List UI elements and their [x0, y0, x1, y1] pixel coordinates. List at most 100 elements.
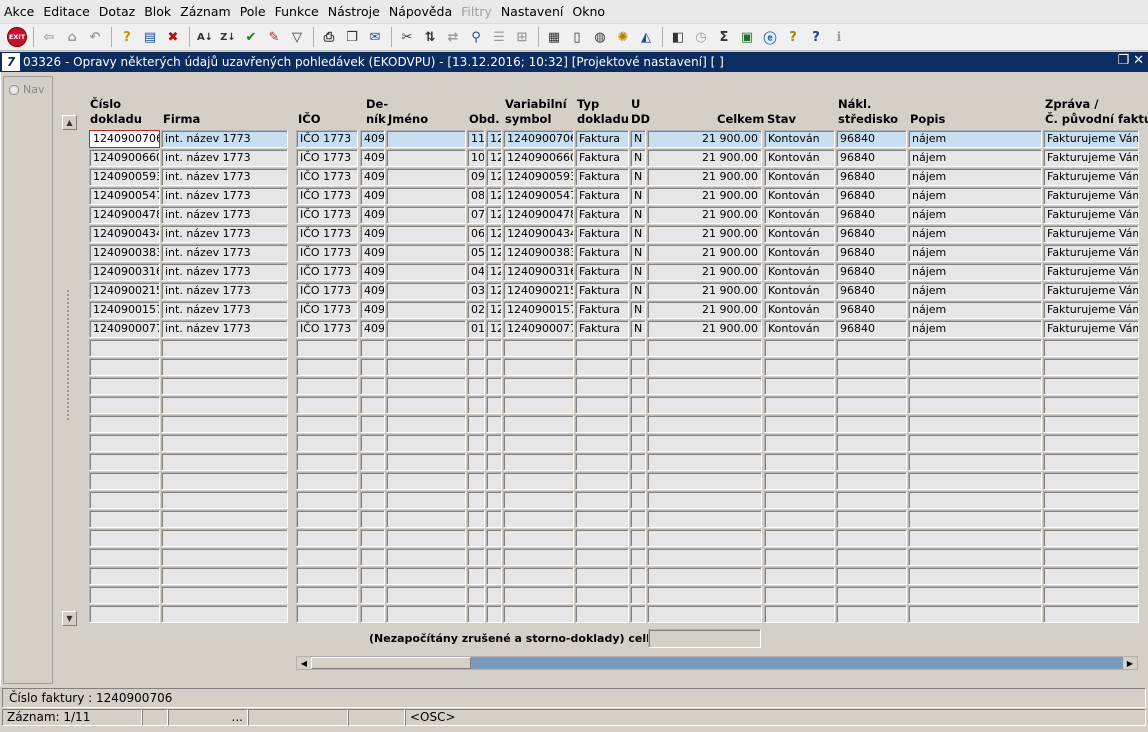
- cell-ico[interactable]: [296, 396, 358, 414]
- cell-firma[interactable]: [161, 453, 288, 471]
- cell-udd[interactable]: [630, 434, 646, 452]
- cell-denik[interactable]: [360, 453, 385, 471]
- cell-d[interactable]: 12: [486, 187, 502, 205]
- scroll-right-icon[interactable]: ▶: [1123, 657, 1137, 669]
- cell-ob[interactable]: [467, 472, 485, 490]
- cell-nakl-stredisko[interactable]: [836, 339, 907, 357]
- cell-ob[interactable]: 11: [467, 130, 485, 148]
- cell-zprava[interactable]: [1043, 548, 1139, 566]
- cell-typ-dokladu[interactable]: Faktura: [575, 263, 629, 281]
- cell-denik[interactable]: 409: [360, 187, 385, 205]
- cell-jmeno[interactable]: [386, 320, 466, 338]
- cell-jmeno[interactable]: [386, 529, 466, 547]
- cell-jmeno[interactable]: [386, 453, 466, 471]
- cell-ico[interactable]: IČO 1773: [296, 301, 358, 319]
- cell-ico[interactable]: [296, 491, 358, 509]
- cell-popis[interactable]: nájem: [908, 206, 1042, 224]
- cell-zprava[interactable]: Fakturujeme Vám n: [1043, 187, 1139, 205]
- cell-stav[interactable]: Kontován: [764, 225, 835, 243]
- cell-popis[interactable]: [908, 491, 1042, 509]
- cell-stav[interactable]: [764, 377, 835, 395]
- cell-d[interactable]: 12: [486, 320, 502, 338]
- cell-zprava[interactable]: [1043, 491, 1139, 509]
- cell-zprava[interactable]: Fakturujeme Vám n: [1043, 149, 1139, 167]
- cell-denik[interactable]: [360, 377, 385, 395]
- cell-variabilni-symbol[interactable]: [503, 396, 574, 414]
- cell-typ-dokladu[interactable]: [575, 510, 629, 528]
- cell-popis[interactable]: [908, 567, 1042, 585]
- cell-cislo-dokladu[interactable]: [89, 586, 160, 604]
- cell-denik[interactable]: 409: [360, 263, 385, 281]
- cell-udd[interactable]: [630, 491, 646, 509]
- scroll-down-icon[interactable]: ▼: [62, 611, 77, 626]
- cell-nakl-stredisko[interactable]: [836, 453, 907, 471]
- cell-stav[interactable]: Kontován: [764, 206, 835, 224]
- cell-denik[interactable]: [360, 586, 385, 604]
- cell-ico[interactable]: [296, 510, 358, 528]
- menu-item-zaznam[interactable]: Záznam: [180, 4, 231, 19]
- cell-typ-dokladu[interactable]: Faktura: [575, 282, 629, 300]
- cell-denik[interactable]: 409: [360, 282, 385, 300]
- cell-firma[interactable]: [161, 434, 288, 452]
- cell-variabilni-symbol[interactable]: [503, 548, 574, 566]
- tree-icon[interactable]: ⊞: [511, 26, 533, 48]
- cell-typ-dokladu[interactable]: Faktura: [575, 320, 629, 338]
- cell-jmeno[interactable]: [386, 510, 466, 528]
- cell-ico[interactable]: IČO 1773: [296, 320, 358, 338]
- cell-popis[interactable]: [908, 510, 1042, 528]
- cell-d[interactable]: 12: [486, 225, 502, 243]
- cell-ob[interactable]: [467, 548, 485, 566]
- cell-ob[interactable]: 01: [467, 320, 485, 338]
- cell-udd[interactable]: [630, 529, 646, 547]
- cell-denik[interactable]: [360, 472, 385, 490]
- cell-popis[interactable]: [908, 586, 1042, 604]
- cell-cislo-dokladu[interactable]: [89, 529, 160, 547]
- cell-denik[interactable]: 409: [360, 244, 385, 262]
- cell-d[interactable]: 12: [486, 244, 502, 262]
- cell-jmeno[interactable]: [386, 149, 466, 167]
- cell-typ-dokladu[interactable]: [575, 358, 629, 376]
- cell-d[interactable]: [486, 396, 502, 414]
- cell-popis[interactable]: nájem: [908, 320, 1042, 338]
- cell-cislo-dokladu[interactable]: 1240900316: [89, 263, 160, 281]
- cell-jmeno[interactable]: [386, 548, 466, 566]
- cell-cislo-dokladu[interactable]: [89, 472, 160, 490]
- cell-ob[interactable]: 09: [467, 168, 485, 186]
- cell-popis[interactable]: nájem: [908, 168, 1042, 186]
- cell-cislo-dokladu[interactable]: 1240900215: [89, 282, 160, 300]
- cell-d[interactable]: [486, 472, 502, 490]
- cell-nakl-stredisko[interactable]: 96840: [836, 206, 907, 224]
- cell-variabilni-symbol[interactable]: 1240900706: [503, 130, 574, 148]
- cell-nakl-stredisko[interactable]: 96840: [836, 187, 907, 205]
- table-row[interactable]: 1240900547int. název 1773IČO 17734090812…: [0, 187, 1148, 206]
- table-row[interactable]: [0, 548, 1148, 567]
- cell-celkem[interactable]: [647, 605, 762, 623]
- cell-udd[interactable]: [630, 472, 646, 490]
- cell-ico[interactable]: IČO 1773: [296, 130, 358, 148]
- query-run-icon[interactable]: ▤: [139, 26, 161, 48]
- cell-zprava[interactable]: Fakturujeme Vám n: [1043, 282, 1139, 300]
- cell-typ-dokladu[interactable]: [575, 415, 629, 433]
- cell-denik[interactable]: [360, 491, 385, 509]
- cell-nakl-stredisko[interactable]: 96840: [836, 168, 907, 186]
- cell-nakl-stredisko[interactable]: 96840: [836, 149, 907, 167]
- cell-denik[interactable]: [360, 510, 385, 528]
- cell-ob[interactable]: [467, 358, 485, 376]
- cell-nakl-stredisko[interactable]: 96840: [836, 301, 907, 319]
- cell-d[interactable]: [486, 529, 502, 547]
- cell-cislo-dokladu[interactable]: [89, 491, 160, 509]
- cell-udd[interactable]: N: [630, 320, 646, 338]
- menu-item-pole[interactable]: Pole: [240, 4, 266, 19]
- cell-zprava[interactable]: [1043, 377, 1139, 395]
- cell-zprava[interactable]: Fakturujeme Vám n: [1043, 244, 1139, 262]
- cell-celkem[interactable]: [647, 567, 762, 585]
- cell-stav[interactable]: [764, 434, 835, 452]
- cell-variabilni-symbol[interactable]: 1240900157: [503, 301, 574, 319]
- cell-stav[interactable]: [764, 567, 835, 585]
- cell-d[interactable]: [486, 358, 502, 376]
- cell-typ-dokladu[interactable]: [575, 472, 629, 490]
- cell-ob[interactable]: 10: [467, 149, 485, 167]
- help-icon[interactable]: ?: [805, 26, 827, 48]
- cell-ob[interactable]: 03: [467, 282, 485, 300]
- cell-typ-dokladu[interactable]: [575, 377, 629, 395]
